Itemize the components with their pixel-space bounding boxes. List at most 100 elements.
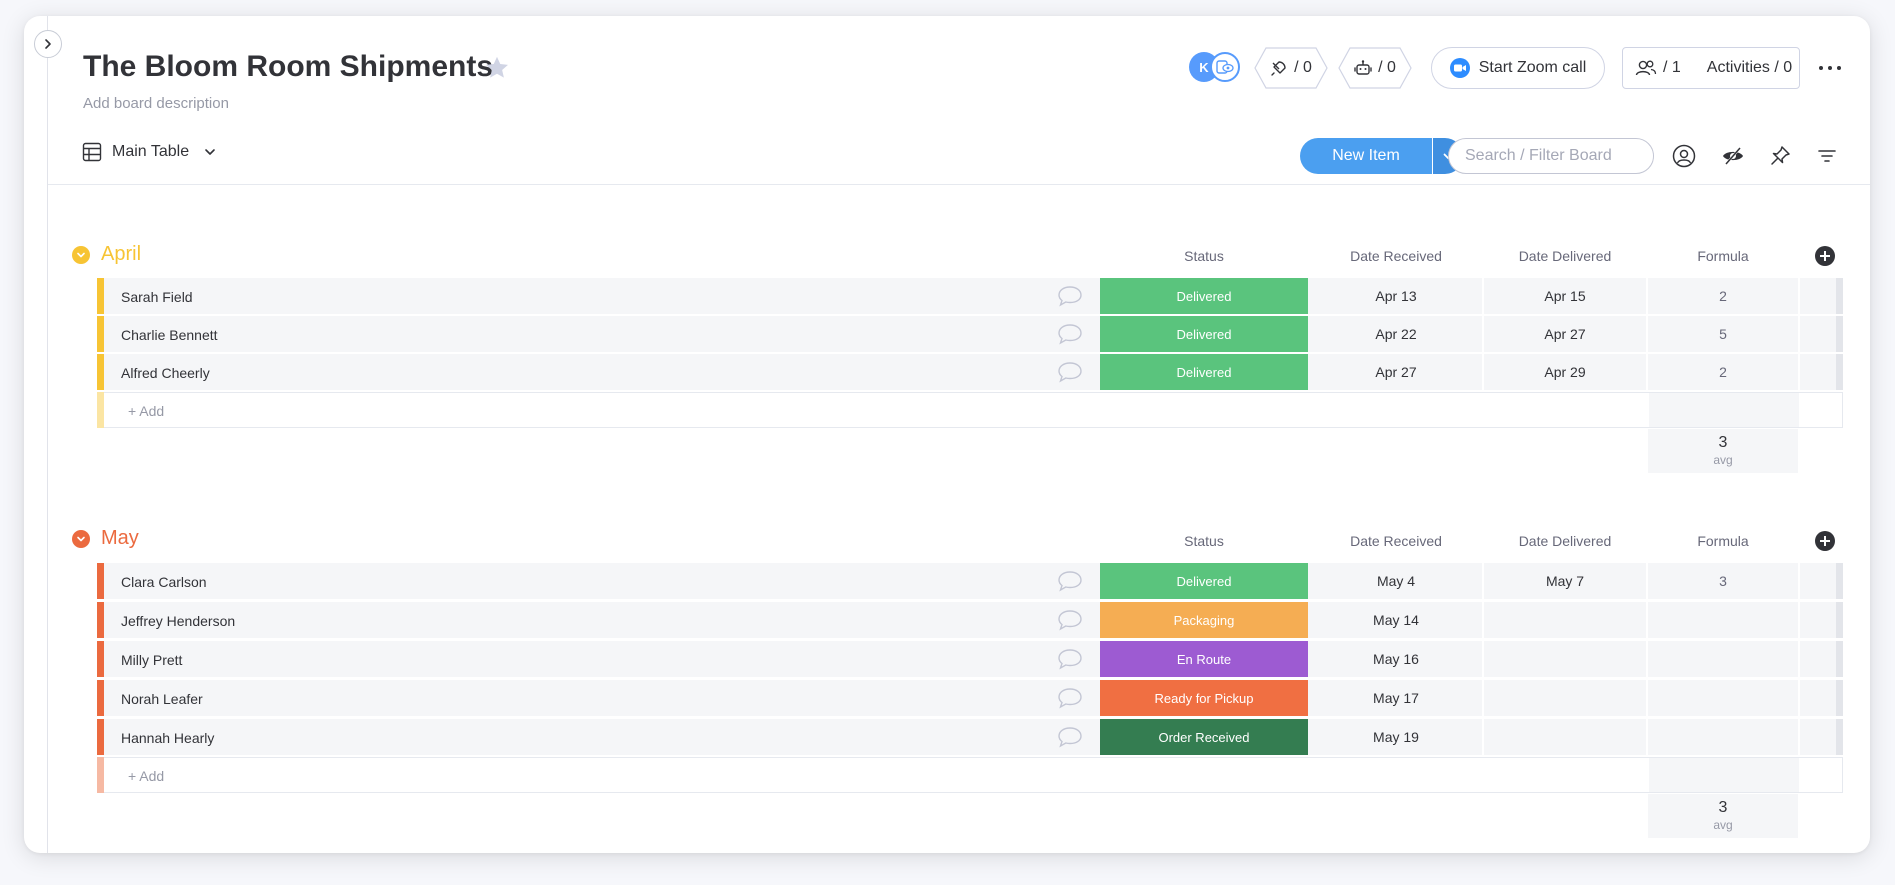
- summary-unit: avg: [1713, 818, 1733, 832]
- item-name[interactable]: Clara Carlson: [121, 574, 207, 590]
- table-row[interactable]: Norah Leafer Ready for Pickup May 17: [97, 680, 1843, 716]
- column-header-date-received[interactable]: Date Received: [1310, 533, 1482, 549]
- date-delivered-cell[interactable]: Apr 29: [1484, 354, 1646, 390]
- date-received-cell[interactable]: Apr 22: [1310, 316, 1482, 352]
- date-delivered-cell[interactable]: [1484, 719, 1646, 755]
- table-row[interactable]: Jeffrey Henderson Packaging May 14: [97, 602, 1843, 638]
- robot-icon: [1354, 60, 1372, 75]
- item-name[interactable]: Jeffrey Henderson: [121, 613, 235, 629]
- activities-label[interactable]: Activities / 0: [1707, 59, 1792, 77]
- status-cell[interactable]: Delivered: [1100, 316, 1308, 352]
- comment-icon[interactable]: [1057, 285, 1083, 307]
- column-header-date-received[interactable]: Date Received: [1310, 248, 1482, 264]
- new-item-button[interactable]: New Item: [1300, 138, 1432, 174]
- item-name[interactable]: Norah Leafer: [121, 691, 203, 707]
- formula-cell: [1648, 680, 1798, 716]
- date-delivered-cell[interactable]: [1484, 680, 1646, 716]
- zoom-call-button[interactable]: Start Zoom call: [1431, 47, 1605, 89]
- guest-avatar[interactable]: [1210, 52, 1240, 82]
- date-delivered-cell[interactable]: Apr 27: [1484, 316, 1646, 352]
- date-delivered-cell[interactable]: May 7: [1484, 563, 1646, 599]
- chevron-right-icon: [45, 39, 51, 49]
- members-activities-box[interactable]: / 1 Activities / 0: [1622, 47, 1800, 89]
- column-header-date-delivered[interactable]: Date Delivered: [1484, 533, 1646, 549]
- comment-icon[interactable]: [1057, 648, 1083, 670]
- chevron-down-icon: [77, 536, 85, 542]
- formula-cell: [1648, 602, 1798, 638]
- status-cell[interactable]: En Route: [1100, 641, 1308, 677]
- star-icon[interactable]: [483, 54, 511, 82]
- date-delivered-cell[interactable]: [1484, 602, 1646, 638]
- comment-icon[interactable]: [1057, 687, 1083, 709]
- updates-icon: [1271, 61, 1286, 76]
- add-column-icon[interactable]: [1815, 246, 1835, 266]
- table-row[interactable]: Clara Carlson Delivered May 4 May 7 3: [97, 563, 1843, 599]
- add-item-label[interactable]: + Add: [128, 403, 164, 419]
- status-cell[interactable]: Ready for Pickup: [1100, 680, 1308, 716]
- person-filter-button[interactable]: [1672, 144, 1696, 168]
- expand-sidebar-button[interactable]: [34, 30, 62, 58]
- filter-button[interactable]: [1815, 144, 1839, 168]
- comment-icon[interactable]: [1057, 323, 1083, 345]
- group-title[interactable]: May: [101, 527, 139, 550]
- item-name[interactable]: Charlie Bennett: [121, 327, 218, 343]
- board-description[interactable]: Add board description: [83, 95, 229, 112]
- column-header-formula[interactable]: Formula: [1648, 533, 1798, 549]
- main-table-view-selector[interactable]: Main Table: [82, 142, 217, 162]
- status-cell[interactable]: Delivered: [1100, 278, 1308, 314]
- table-row[interactable]: Hannah Hearly Order Received May 19: [97, 719, 1843, 755]
- summary-value: 3: [1718, 434, 1728, 451]
- column-header-status[interactable]: Status: [1100, 248, 1308, 264]
- formula-summary: 3 avg: [1648, 794, 1798, 838]
- date-received-cell[interactable]: May 16: [1310, 641, 1482, 677]
- table-row[interactable]: Milly Prett En Route May 16: [97, 641, 1843, 677]
- date-received-cell[interactable]: May 17: [1310, 680, 1482, 716]
- group-collapse-toggle[interactable]: [72, 530, 90, 548]
- dot-icon: [1819, 66, 1823, 70]
- comment-icon[interactable]: [1057, 570, 1083, 592]
- date-received-cell[interactable]: May 14: [1310, 602, 1482, 638]
- summary-value: 3: [1718, 799, 1728, 816]
- status-cell[interactable]: Delivered: [1100, 354, 1308, 390]
- hide-columns-button[interactable]: [1721, 144, 1745, 168]
- item-name[interactable]: Milly Prett: [121, 652, 182, 668]
- pin-button[interactable]: [1768, 144, 1792, 168]
- date-delivered-cell[interactable]: [1484, 641, 1646, 677]
- date-received-cell[interactable]: May 4: [1310, 563, 1482, 599]
- more-options-button[interactable]: [1819, 60, 1841, 76]
- item-name[interactable]: Hannah Hearly: [121, 730, 214, 746]
- status-cell[interactable]: Packaging: [1100, 602, 1308, 638]
- date-delivered-cell[interactable]: Apr 15: [1484, 278, 1646, 314]
- updates-button[interactable]: / 0: [1254, 47, 1328, 89]
- column-header-status[interactable]: Status: [1100, 533, 1308, 549]
- group-color-bar: [97, 392, 104, 428]
- chevron-down-icon[interactable]: [203, 145, 217, 159]
- item-name[interactable]: Sarah Field: [121, 289, 193, 305]
- add-item-row[interactable]: + Add: [97, 757, 1843, 793]
- search-filter-input[interactable]: [1448, 138, 1654, 174]
- add-item-label[interactable]: + Add: [128, 768, 164, 784]
- group-color-bar: [97, 278, 104, 314]
- date-received-cell[interactable]: Apr 27: [1310, 354, 1482, 390]
- status-cell[interactable]: Order Received: [1100, 719, 1308, 755]
- comment-icon[interactable]: [1057, 361, 1083, 383]
- add-column-icon[interactable]: [1815, 531, 1835, 551]
- group-title[interactable]: April: [101, 243, 141, 266]
- group-color-bar: [97, 757, 104, 793]
- status-cell[interactable]: Delivered: [1100, 563, 1308, 599]
- date-received-cell[interactable]: Apr 13: [1310, 278, 1482, 314]
- automations-button[interactable]: / 0: [1338, 47, 1412, 89]
- comment-icon[interactable]: [1057, 609, 1083, 631]
- table-row[interactable]: Charlie Bennett Delivered Apr 22 Apr 27 …: [97, 316, 1843, 352]
- column-header-formula[interactable]: Formula: [1648, 248, 1798, 264]
- board-title[interactable]: The Bloom Room Shipments: [83, 50, 493, 84]
- item-name[interactable]: Alfred Cheerly: [121, 365, 210, 381]
- column-header-date-delivered[interactable]: Date Delivered: [1484, 248, 1646, 264]
- comment-icon[interactable]: [1057, 726, 1083, 748]
- group-collapse-toggle[interactable]: [72, 246, 90, 264]
- table-row[interactable]: Sarah Field Delivered Apr 13 Apr 15 2: [97, 278, 1843, 314]
- table-row[interactable]: Alfred Cheerly Delivered Apr 27 Apr 29 2: [97, 354, 1843, 390]
- guest-eye-icon: [1216, 60, 1234, 74]
- add-item-row[interactable]: + Add: [97, 392, 1843, 428]
- date-received-cell[interactable]: May 19: [1310, 719, 1482, 755]
